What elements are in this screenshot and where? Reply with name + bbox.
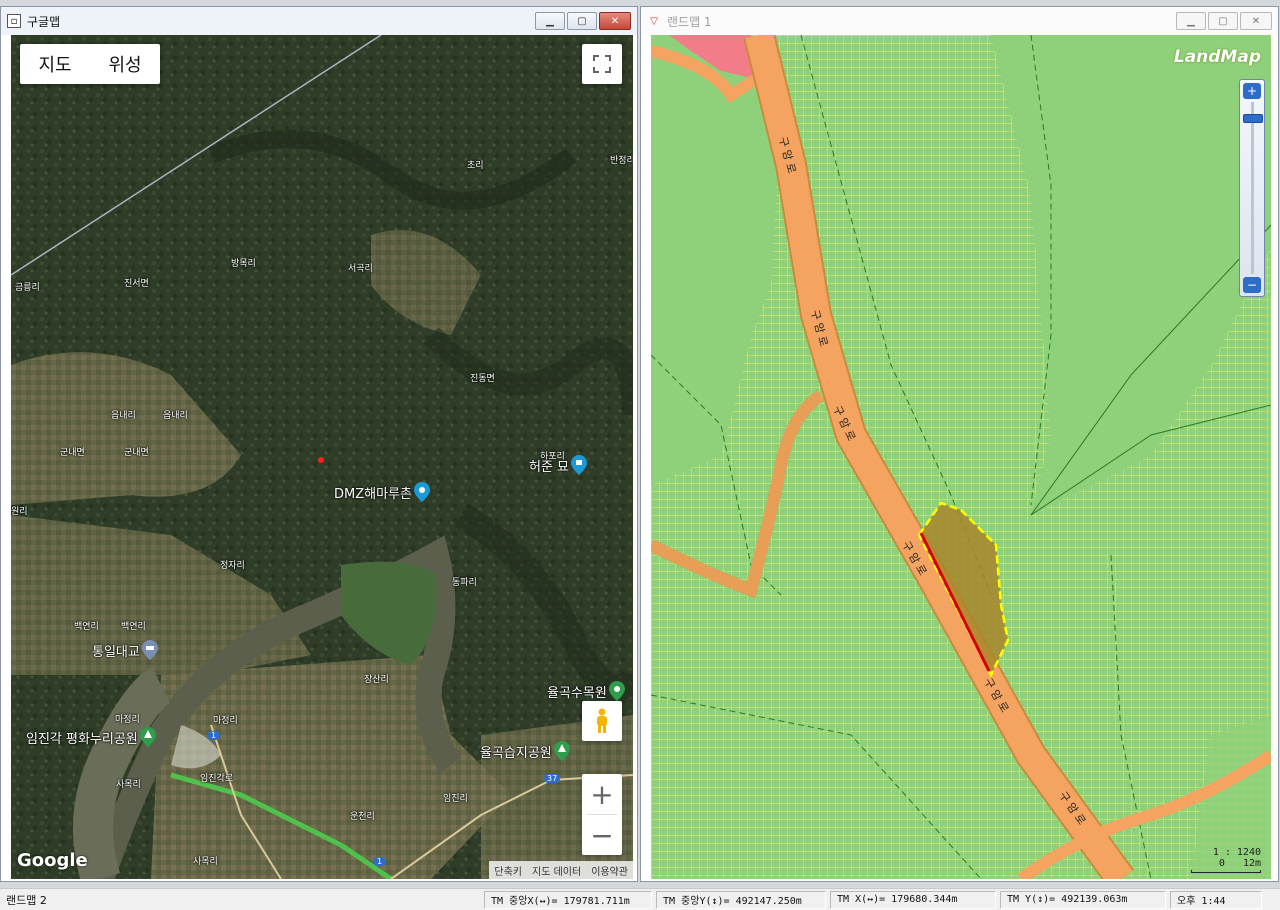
scale-bar <box>1191 870 1261 873</box>
status-active-window: 랜드맵 2 <box>6 893 47 907</box>
place-label: 마정리 <box>115 715 140 725</box>
place-label: 사목리 <box>116 780 141 790</box>
place-label: 정자리 <box>220 561 245 571</box>
zoom-slider: + − <box>1239 79 1265 297</box>
poi-unification-bridge[interactable]: 통일대교 <box>92 640 158 660</box>
scale-length: 12m <box>1242 858 1261 869</box>
poi-heojun-tomb[interactable]: 허준 묘 <box>529 455 588 475</box>
map-type-map-button[interactable]: 지도 <box>20 51 90 77</box>
road-shield: 37 <box>544 774 561 783</box>
google-logo: Google <box>17 850 88 871</box>
park-pin-icon <box>139 727 156 747</box>
road-shield: 1 <box>373 857 387 866</box>
app-window-icon: ▫ <box>7 14 21 28</box>
place-label: 백연리 <box>121 622 146 632</box>
place-label: 백연리 <box>74 622 99 632</box>
cadastral-map[interactable]: 구 암 로 구 암 로 구 암 로 구 암 로 구 암 로 구 암 로 Land… <box>651 35 1271 879</box>
poi-label: 율곡수목원 <box>547 685 607 701</box>
satellite-map[interactable]: 초리 반정리 방목리 서곡리 금릉리 진서면 진동면 읍내리 읍내리 군내면 군… <box>11 35 633 879</box>
place-label: 동파리 <box>452 578 477 588</box>
place-label: 방목리 <box>231 259 256 269</box>
zoom-track[interactable] <box>1251 102 1254 274</box>
zoom-in-button[interactable]: + <box>1243 83 1261 99</box>
pegman-icon <box>597 708 607 733</box>
landmap-window: ▽ 랜드맵 1 ▁ ▢ ✕ 구 암 로 구 암 로 구 암 로 구 암 로 구 … <box>640 6 1279 882</box>
fullscreen-icon <box>593 55 611 73</box>
titlebar[interactable]: ▫ 구글맵 ▁ ▢ ✕ <box>1 7 637 35</box>
titlebar[interactable]: ▽ 랜드맵 1 ▁ ▢ ✕ <box>641 7 1278 35</box>
place-label: 진동면 <box>470 374 495 384</box>
place-label: 사목리 <box>193 857 218 867</box>
landmap-app-icon: ▽ <box>650 15 658 27</box>
poi-imjingak-park[interactable]: 임진각 평화누리공원 <box>26 727 156 747</box>
scale-zero: 0 <box>1218 858 1225 869</box>
map-type-control: 지도 위성 <box>20 44 160 84</box>
place-label: 초리 <box>467 161 484 171</box>
place-label: 마정리 <box>213 716 238 726</box>
status-tm-center-y: TM 중앙Y(↕)= 492147.250m <box>656 890 826 909</box>
zoom-in-button[interactable]: + <box>582 774 622 814</box>
minimize-button[interactable]: ▁ <box>535 12 565 30</box>
land-use-map <box>651 35 1271 879</box>
place-label: 금릉리 <box>15 283 40 293</box>
park-pin-icon <box>553 741 570 761</box>
place-label: 읍내리 <box>163 411 188 421</box>
poi-label: 허준 묘 <box>529 459 570 475</box>
place-label: 원리 <box>11 507 28 517</box>
map-data-link[interactable]: 지도 데이터 <box>527 861 586 879</box>
poi-label: DMZ해마루촌 <box>334 486 412 502</box>
minimize-button[interactable]: ▁ <box>1176 12 1206 30</box>
zoom-out-button[interactable]: − <box>1243 277 1261 293</box>
status-clock: 오후 1:44 <box>1170 890 1262 909</box>
poi-label: 통일대교 <box>92 644 140 660</box>
road-label: 임진각로 <box>200 774 234 784</box>
street-view-button[interactable] <box>582 701 622 741</box>
place-label: 진서면 <box>124 279 149 289</box>
scale-ratio: 1 : 1240 <box>1212 847 1261 858</box>
place-label: 서곡리 <box>348 264 373 274</box>
place-label: 임진리 <box>443 794 468 804</box>
window-controls: ▁ ▢ ✕ <box>535 12 631 30</box>
shortcuts-link[interactable]: 단축키 <box>489 861 527 879</box>
camera-pin-icon <box>413 482 430 502</box>
place-label: 반정리 <box>610 156 633 166</box>
map-type-satellite-button[interactable]: 위성 <box>90 51 160 77</box>
poi-yulgok-wetland-park[interactable]: 율곡습지공원 <box>480 741 570 761</box>
status-tm-x: TM X(↔)= 179680.344m <box>830 890 996 909</box>
poi-dmz-village[interactable]: DMZ해마루촌 <box>334 482 430 502</box>
status-tm-center-x: TM 중앙X(↔)= 179781.711m <box>484 890 652 909</box>
landmap-logo: LandMap <box>1173 47 1261 67</box>
poi-label: 임진각 평화누리공원 <box>26 731 138 747</box>
place-label: 군내면 <box>124 448 149 458</box>
place-label: 운천리 <box>350 812 375 822</box>
flower-pin-icon <box>608 681 625 701</box>
zoom-out-button[interactable]: − <box>582 815 622 855</box>
window-controls: ▁ ▢ ✕ <box>1176 12 1272 30</box>
scale-indicator: 1 : 1240 0 12m <box>1191 847 1261 873</box>
place-label: 읍내리 <box>111 411 136 421</box>
google-map-window: ▫ 구글맵 ▁ ▢ ✕ 초리 반정리 방목리 서곡리 금릉리 진서면 진동면 읍… <box>0 6 638 882</box>
close-button[interactable]: ✕ <box>599 12 631 30</box>
map-footer: 단축키 지도 데이터 이용약관 <box>489 861 633 879</box>
place-label: 장산리 <box>364 675 389 685</box>
poi-yulgok-arboretum[interactable]: 율곡수목원 <box>547 681 625 701</box>
terms-link[interactable]: 이용약관 <box>586 861 633 879</box>
bridge-pin-icon <box>141 640 158 660</box>
zoom-control: + − <box>582 774 622 855</box>
poi-label: 율곡습지공원 <box>480 745 552 761</box>
maximize-button[interactable]: ▢ <box>567 12 597 30</box>
place-label: 군내면 <box>60 448 85 458</box>
status-bar: 랜드맵 2 TM 중앙X(↔)= 179781.711m TM 중앙Y(↕)= … <box>0 888 1280 910</box>
close-button[interactable]: ✕ <box>1240 12 1272 30</box>
scale-bar-labels: 0 12m <box>1191 858 1261 869</box>
fullscreen-button[interactable] <box>582 44 622 84</box>
status-tm-y: TM Y(↕)= 492139.063m <box>1000 890 1166 909</box>
monument-pin-icon <box>571 455 588 475</box>
window-title: 랜드맵 1 <box>667 14 712 29</box>
zoom-thumb[interactable] <box>1243 114 1263 123</box>
maximize-button[interactable]: ▢ <box>1208 12 1238 30</box>
window-title: 구글맵 <box>27 14 61 29</box>
road-shield: 1 <box>207 731 221 740</box>
